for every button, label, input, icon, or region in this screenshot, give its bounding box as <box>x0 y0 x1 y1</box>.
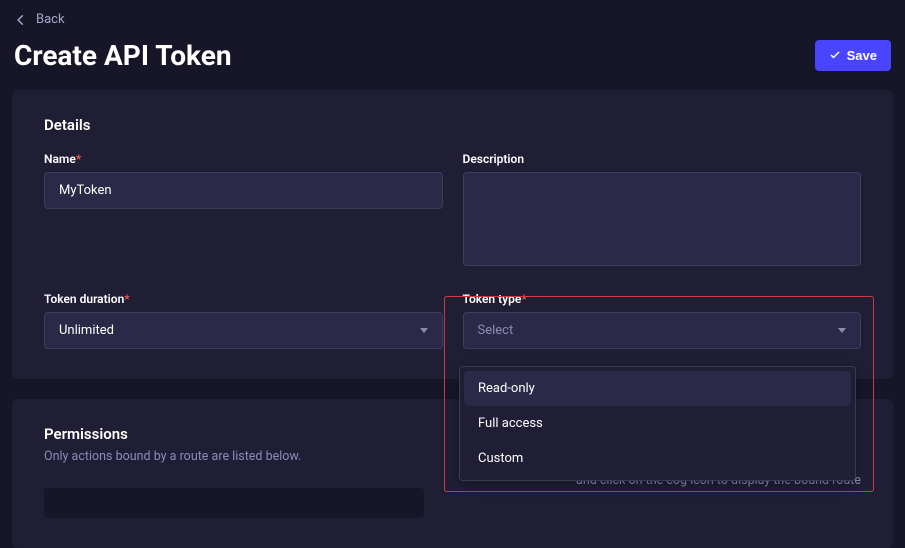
chevron-down-icon <box>838 328 846 333</box>
duration-value: Unlimited <box>59 323 114 338</box>
save-label: Save <box>847 48 877 63</box>
chevron-down-icon <box>420 328 428 333</box>
save-button[interactable]: Save <box>815 40 891 71</box>
type-select[interactable]: Select <box>463 312 862 349</box>
type-label: Token type* <box>463 292 862 306</box>
description-input[interactable] <box>463 172 862 266</box>
type-option-custom[interactable]: Custom <box>464 441 851 476</box>
page-title: Create API Token <box>14 39 232 72</box>
name-label: Name* <box>44 152 443 166</box>
type-placeholder: Select <box>478 323 514 338</box>
description-label: Description <box>463 152 862 166</box>
details-section-title: Details <box>44 116 861 134</box>
type-dropdown: Read-only Full access Custom <box>459 366 856 481</box>
details-card: Details Name* Description Token duration… <box>12 90 893 379</box>
type-option-full-access[interactable]: Full access <box>464 406 851 441</box>
type-option-read-only[interactable]: Read-only <box>464 371 851 406</box>
back-label: Back <box>36 12 65 27</box>
check-icon <box>829 49 841 61</box>
permissions-inner-panel <box>44 488 424 518</box>
duration-select[interactable]: Unlimited <box>44 312 443 349</box>
name-input[interactable] <box>44 172 443 209</box>
back-link[interactable]: Back <box>14 12 65 27</box>
arrow-left-icon <box>14 13 28 27</box>
duration-label: Token duration* <box>44 292 443 306</box>
